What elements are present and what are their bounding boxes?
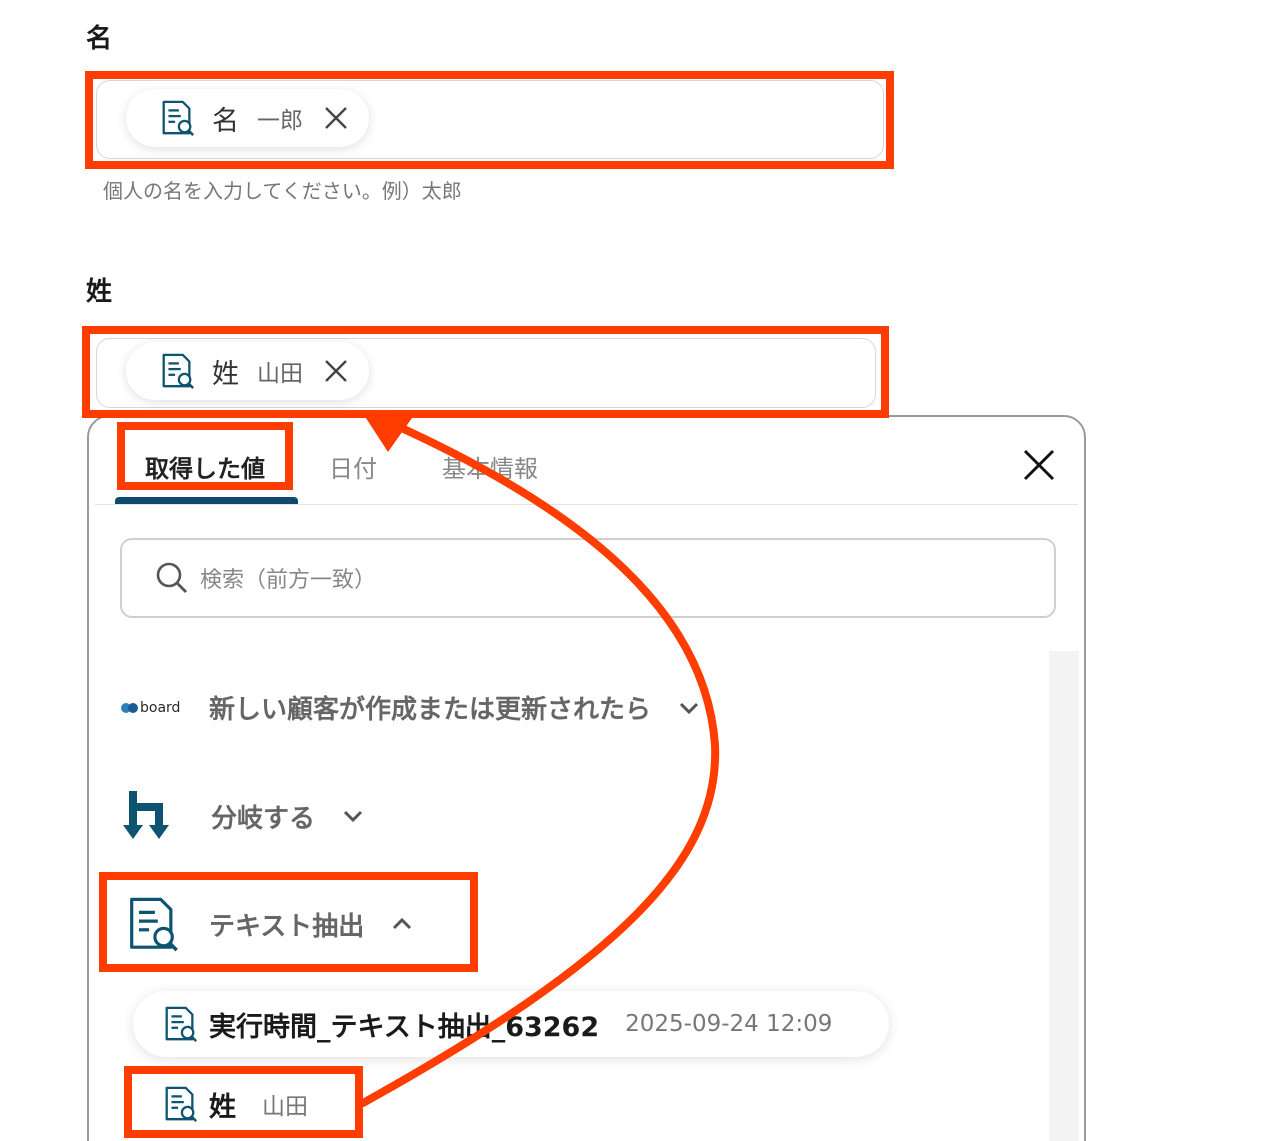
text-extract-icon: [162, 100, 195, 136]
token-value: 山田: [257, 361, 303, 387]
first-name-hint: 個人の名を入力してください。例）太郎: [103, 179, 462, 203]
tab-acquired-values[interactable]: 取得した値: [145, 449, 265, 484]
section-title: テキスト抽出: [209, 911, 365, 942]
section-title: 新しい顧客が作成または更新されたら: [209, 695, 652, 725]
section-text-extract[interactable]: テキスト抽出: [123, 895, 416, 953]
text-extract-icon: [162, 353, 195, 389]
tabs-divider: [95, 504, 1078, 505]
search-input[interactable]: 検索（前方一致）: [120, 538, 1056, 618]
section-board-trigger[interactable]: board 新しい顧客が作成または更新されたら: [121, 689, 703, 726]
token-value: 一郎: [257, 108, 303, 134]
tab-date[interactable]: 日付: [329, 449, 377, 484]
active-tab-indicator: [115, 497, 298, 504]
result-value: 山田: [262, 1094, 308, 1120]
text-extract-icon: [130, 897, 178, 952]
last-name-token[interactable]: 姓 山田: [126, 342, 369, 400]
board-logo: board: [121, 700, 181, 716]
first-name-label: 名: [86, 24, 113, 54]
remove-token-icon[interactable]: [323, 358, 349, 384]
chevron-down-icon: [679, 702, 699, 714]
token-key: 姓: [212, 358, 239, 390]
result-key: 姓: [209, 1091, 236, 1123]
text-extract-icon: [165, 1086, 198, 1122]
result-item-exec-time[interactable]: 実行時間_テキスト抽出_63262 2025-09-24 12:09: [133, 991, 889, 1057]
chevron-up-icon: [393, 917, 412, 930]
close-icon[interactable]: [1021, 447, 1057, 483]
token-key: 名: [212, 105, 239, 137]
value-picker-popup: 取得した値 日付 基本情報 検索（前方一致） board 新しい顧客が作成または…: [87, 415, 1086, 1141]
last-name-label: 姓: [86, 277, 113, 307]
branch-icon: [123, 791, 169, 839]
search-icon: [156, 562, 187, 593]
search-placeholder: 検索（前方一致）: [200, 568, 377, 593]
chevron-down-icon: [343, 810, 363, 823]
result-value: 2025-09-24 12:09: [625, 1011, 833, 1037]
result-item-last-name[interactable]: 姓 山田: [133, 1071, 357, 1137]
scrollbar[interactable]: [1049, 651, 1079, 1141]
section-title: 分岐する: [211, 803, 316, 834]
remove-token-icon[interactable]: [323, 105, 349, 131]
result-key: 実行時間_テキスト抽出_63262: [209, 1011, 600, 1043]
section-branch[interactable]: 分岐する: [123, 787, 367, 845]
screen: 名 名 一郎 個人の名を入力してください。例）太郎 姓 姓 山田 取得した値 日…: [0, 0, 1268, 1141]
text-extract-icon: [165, 1006, 198, 1042]
first-name-token[interactable]: 名 一郎: [126, 89, 369, 147]
tab-basic-info[interactable]: 基本情報: [442, 449, 538, 484]
